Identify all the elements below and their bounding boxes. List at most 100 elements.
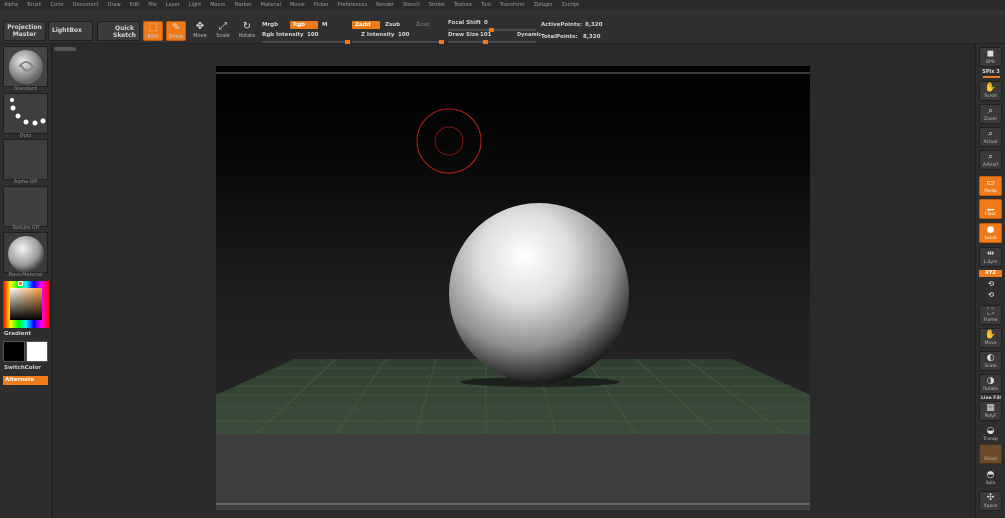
lightbox-button[interactable]: LightBox xyxy=(48,21,93,41)
menu-item-texture[interactable]: Texture xyxy=(454,2,472,8)
menu-item-alpha[interactable]: Alpha xyxy=(4,2,18,8)
menu-item-picker[interactable]: Picker xyxy=(314,2,329,8)
edit-mode-button[interactable]: ⬚ Edit xyxy=(143,21,163,41)
solo-button[interactable]: ◓ Solo xyxy=(979,468,1002,488)
local-button[interactable]: ● Local xyxy=(979,223,1002,243)
move-button[interactable]: ✋ Move xyxy=(979,328,1002,348)
frame-button[interactable]: ⛶ Frame xyxy=(979,305,1002,325)
menu-item-stroke[interactable]: Stroke xyxy=(429,2,445,8)
zoom-button[interactable]: ⌕ Zoom xyxy=(979,104,1002,124)
menu-item-material[interactable]: Material xyxy=(261,2,281,8)
rotate-mode-button[interactable]: ↻ Rotate xyxy=(237,21,257,41)
zcut-toggle[interactable]: Zcut xyxy=(416,22,430,28)
menu-item-zplugin[interactable]: Zplugin xyxy=(534,2,553,8)
polyf-button[interactable]: ▦ PolyF xyxy=(979,401,1002,421)
switch-color-button[interactable]: SwitchColor xyxy=(4,365,41,371)
document-scrollbar[interactable] xyxy=(54,47,76,51)
menu-item-stencil[interactable]: Stencil xyxy=(403,2,420,8)
material-thumbnail[interactable] xyxy=(3,232,48,273)
quick-sketch-button[interactable]: Quick Sketch xyxy=(97,21,140,41)
secondary-color-swatch[interactable] xyxy=(26,341,48,362)
move-icon: ✥ xyxy=(195,21,205,32)
ghost-button[interactable]: ​Ghost xyxy=(979,444,1002,464)
focal-shift-slider[interactable] xyxy=(448,28,536,32)
floor-button[interactable]: ▁ Floor xyxy=(979,199,1002,219)
persp-button[interactable]: ▭ Persp xyxy=(979,176,1002,196)
menu-item-render[interactable]: Render xyxy=(376,2,394,8)
menu-item-brush[interactable]: Brush xyxy=(27,2,41,8)
scroll-button[interactable]: ✋ Scroll xyxy=(979,81,1002,101)
projection-master-button[interactable]: Projection Master xyxy=(3,21,46,41)
draw-size-slider[interactable] xyxy=(448,40,536,44)
menu-item-document[interactable]: Document xyxy=(73,2,99,8)
rotate-button[interactable]: ◑ Rotate xyxy=(979,374,1002,394)
texture-thumbnail[interactable] xyxy=(3,186,48,227)
frame-icon: ⛶ xyxy=(987,307,994,317)
menu-item-macro[interactable]: Macro xyxy=(210,2,225,8)
color-picker-square[interactable] xyxy=(10,288,42,320)
menu-bar: Alpha Brush Color Document Draw Edit File Layer… xyxy=(0,0,1005,10)
scale-icon: ⤢ xyxy=(219,21,227,32)
brush-thumbnail[interactable] xyxy=(3,46,48,87)
zsub-toggle[interactable]: Zsub xyxy=(385,22,400,28)
bpr-button[interactable]: ◼ BPR xyxy=(979,47,1002,67)
rotate-z-icon[interactable]: ⟲ xyxy=(977,291,1005,299)
brush-cursor xyxy=(416,108,482,174)
menu-item-movie[interactable]: Movie xyxy=(290,2,305,8)
rgb-intensity-slider[interactable] xyxy=(262,40,350,44)
menu-item-transform[interactable]: Transform xyxy=(500,2,525,8)
bpr-icon: ◼ xyxy=(986,49,995,59)
transp-button[interactable]: ◒ Transp xyxy=(979,424,1002,444)
menu-item-layer[interactable]: Layer xyxy=(166,2,180,8)
rgb-toggle[interactable]: Rgb xyxy=(290,21,318,29)
alpha-thumbnail[interactable] xyxy=(3,139,48,180)
dynamic-toggle[interactable]: Dynamic xyxy=(517,32,541,38)
menu-item-draw[interactable]: Draw xyxy=(108,2,121,8)
draw-mode-button[interactable]: ✎ Draw xyxy=(166,21,186,41)
draw-size-label: Draw Size xyxy=(448,32,479,38)
zadd-toggle[interactable]: Zadd xyxy=(352,21,380,29)
menu-item-marker[interactable]: Marker xyxy=(234,2,251,8)
viewport-canvas[interactable] xyxy=(216,66,810,510)
aahalf-button[interactable]: ⌕ AAHalf xyxy=(979,150,1002,170)
draw-size-value: 101 xyxy=(480,32,492,38)
z-intensity-slider[interactable] xyxy=(352,40,444,44)
local-icon: ● xyxy=(986,225,995,235)
actual-button[interactable]: ⌕ Actual xyxy=(979,127,1002,147)
menu-item-tool[interactable]: Tool xyxy=(481,2,491,8)
lsym-icon: ⇹ xyxy=(986,249,995,259)
menu-item-edit[interactable]: Edit xyxy=(130,2,140,8)
mrgb-toggle[interactable]: Mrgb xyxy=(262,22,278,28)
menu-item-file[interactable]: File xyxy=(148,2,156,8)
xpose-icon: ✣ xyxy=(986,493,995,503)
menu-item-preferences[interactable]: Preferences xyxy=(338,2,367,8)
right-shelf: ◼ BPR SPix 3 ✋ Scroll ⌕ Zoom ⌕ Actual ⌕ AAHal… xyxy=(975,44,1005,518)
xpose-button[interactable]: ✣ Xpose xyxy=(979,491,1002,511)
aahalf-icon: ⌕ xyxy=(987,152,994,162)
menu-item-light[interactable]: Light xyxy=(189,2,201,8)
texture-name: Texture Off xyxy=(11,225,40,231)
spix-slider[interactable]: SPix 3 xyxy=(977,69,1005,75)
lsym-button[interactable]: ⇹ L.Sym xyxy=(979,247,1002,267)
total-points-value: 8,320 xyxy=(583,34,601,40)
alternate-button[interactable]: Alternate xyxy=(3,376,48,385)
menu-item-color[interactable]: Color xyxy=(51,2,64,8)
zoom-icon: ⌕ xyxy=(987,106,994,116)
scale-sphere-icon: ◐ xyxy=(986,353,995,363)
dots-stroke-icon xyxy=(10,98,46,126)
stroke-thumbnail[interactable] xyxy=(3,93,48,134)
move-mode-button[interactable]: ✥ Move xyxy=(190,21,210,41)
xyz-button[interactable]: XYZ xyxy=(979,270,1002,277)
scale-mode-button[interactable]: ⤢ Scale xyxy=(213,21,233,41)
m-toggle[interactable]: M xyxy=(322,22,327,28)
main-color-swatch[interactable] xyxy=(3,341,25,362)
menu-item-zscript[interactable]: Zscript xyxy=(562,2,579,8)
floor-icon: ▁ xyxy=(987,201,994,211)
scale-button[interactable]: ◐ Scale xyxy=(979,351,1002,371)
spix-slider-bar[interactable] xyxy=(983,76,1000,78)
active-points-value: 8,320 xyxy=(585,22,603,28)
rotate-y-icon[interactable]: ⟲ xyxy=(977,280,1005,288)
gradient-toggle[interactable]: Gradient xyxy=(4,331,31,337)
color-picker[interactable] xyxy=(3,281,49,328)
sphere-mesh[interactable] xyxy=(449,203,629,383)
